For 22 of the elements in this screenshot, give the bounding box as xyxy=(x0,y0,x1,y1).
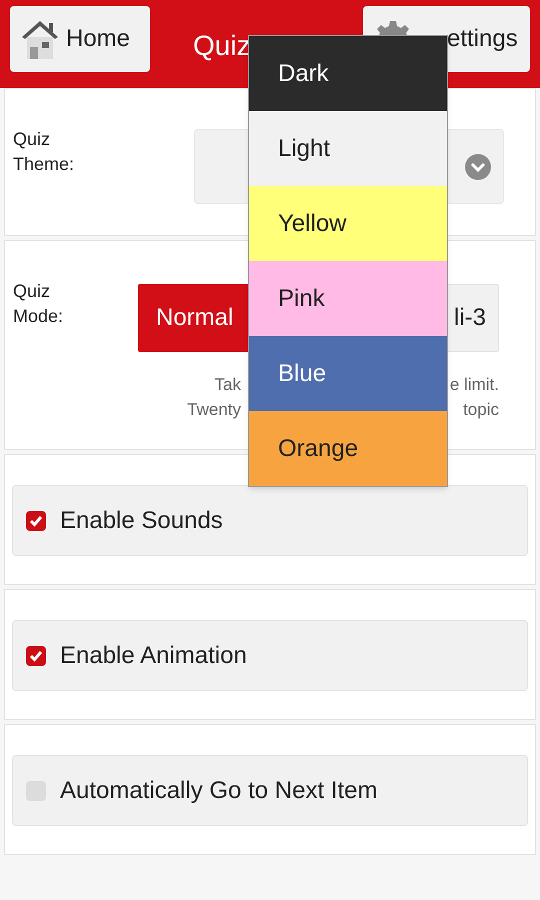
check-icon xyxy=(29,650,43,662)
option-checkbox-row[interactable]: Enable Animation xyxy=(12,620,528,691)
checkbox[interactable] xyxy=(26,646,46,666)
theme-menu-item[interactable]: Orange xyxy=(249,411,447,486)
theme-menu-item[interactable]: Light xyxy=(249,111,447,186)
home-button[interactable]: Home xyxy=(10,6,150,72)
theme-menu-item[interactable]: Pink xyxy=(249,261,447,336)
mode-description-text: e limit. xyxy=(448,374,499,396)
mode-label: Quiz Mode: xyxy=(13,280,64,328)
mode-description-text: Tak xyxy=(214,374,241,396)
checkbox[interactable] xyxy=(26,510,46,530)
chevron-down-icon xyxy=(465,154,491,180)
theme-menu-item[interactable]: Dark xyxy=(249,36,447,111)
option-checkbox-row[interactable]: Enable Sounds xyxy=(12,485,528,556)
theme-label: Quiz Theme: xyxy=(13,128,76,176)
mode-description-text: topic xyxy=(462,399,499,421)
theme-menu-item[interactable]: Yellow xyxy=(249,186,447,261)
app-title: Quiz xyxy=(193,29,251,63)
theme-menu-item[interactable]: Blue xyxy=(249,336,447,411)
check-icon xyxy=(29,514,43,526)
option-checkbox-row[interactable]: Automatically Go to Next Item xyxy=(12,755,528,826)
mode-description-text: Twenty xyxy=(187,399,241,421)
